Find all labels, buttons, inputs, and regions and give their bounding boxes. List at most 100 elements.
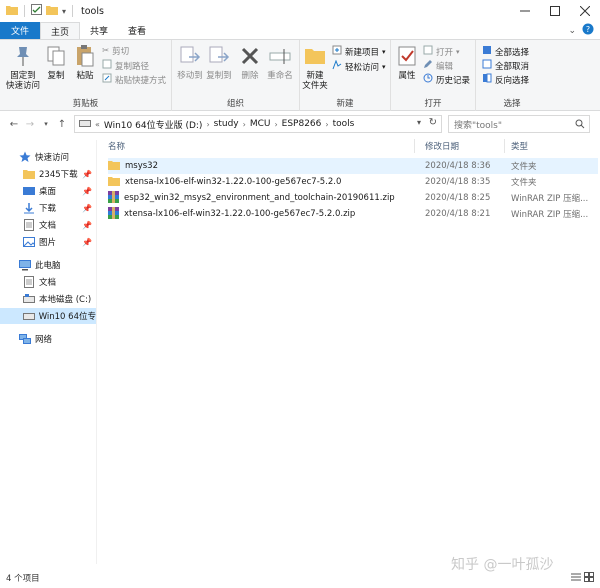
move-to-button[interactable]: 移动到 [176, 43, 204, 81]
tab-share[interactable]: 共享 [80, 22, 118, 39]
rename-icon [267, 43, 293, 69]
new-folder-quick-icon[interactable] [46, 5, 58, 18]
delete-button[interactable]: 删除 [238, 43, 262, 81]
address-bar[interactable]: « Win10 64位专业版 (D:) › study › MCU › ESP8… [74, 115, 442, 133]
nav-item-2345-download[interactable]: 2345下载 📌 [22, 166, 96, 182]
copy-path-button[interactable]: 复制路径 [102, 59, 149, 72]
easy-access-icon [332, 59, 342, 73]
title-bar: ▾ tools [0, 0, 600, 22]
cut-button[interactable]: ✂ 剪切 [102, 45, 129, 57]
column-header-name[interactable]: 名称 [108, 137, 125, 155]
file-row[interactable]: msys32 2020/4/18 8:36 文件夹 [108, 158, 598, 174]
new-item-icon [332, 45, 342, 58]
network-icon [18, 333, 32, 345]
nav-item-downloads[interactable]: 下载 📌 [22, 200, 96, 216]
properties-quick-icon[interactable] [31, 4, 42, 18]
column-header-type[interactable]: 类型 [511, 137, 528, 155]
star-icon [18, 151, 32, 163]
organize-group-label: 组织 [226, 99, 244, 109]
select-group-label: 选择 [503, 99, 521, 109]
select-none-button[interactable]: 全部取消 [482, 59, 529, 72]
recent-locations-button[interactable]: ▾ [38, 114, 54, 134]
navigation-bar: ← → ▾ ↑ « Win10 64位专业版 (D:) › study › MC… [0, 112, 600, 136]
select-none-icon [482, 59, 492, 72]
desktop-icon [22, 185, 36, 197]
breadcrumb-esp8266[interactable]: ESP8266 [282, 119, 322, 129]
open-button[interactable]: 打开 ▾ [423, 45, 460, 58]
move-to-icon [177, 43, 203, 69]
pin-icon: 📌 [82, 220, 92, 230]
refresh-icon[interactable]: ↻ [429, 117, 437, 128]
chevron-down-icon[interactable]: ▾ [62, 7, 66, 16]
address-dropdown-icon[interactable]: ▾ [417, 118, 421, 127]
paste-button[interactable]: 粘贴 [72, 43, 98, 81]
large-icons-view-icon[interactable] [584, 572, 594, 585]
svg-text:?: ? [586, 25, 590, 34]
back-button[interactable]: ← [6, 114, 22, 134]
copy-to-icon [206, 43, 232, 69]
properties-button[interactable]: 属性 [394, 43, 420, 81]
paste-shortcut-button[interactable]: 粘贴快捷方式 [102, 73, 166, 86]
watermark: 知乎 @一叶孤沙 [451, 557, 554, 573]
file-row[interactable]: xtensa-lx106-elf-win32-1.22.0-100-ge567e… [108, 206, 598, 222]
breadcrumb-tools[interactable]: tools [333, 119, 355, 129]
copy-button[interactable]: 复制 [43, 43, 69, 81]
up-button[interactable]: ↑ [54, 114, 70, 134]
paste-icon [72, 43, 98, 69]
invert-selection-button[interactable]: 反向选择 [482, 73, 529, 86]
pin-icon: 📌 [82, 169, 92, 179]
invert-selection-icon [482, 73, 492, 86]
copy-to-button[interactable]: 复制到 [205, 43, 233, 81]
nav-item-local-disk-c[interactable]: 本地磁盘 (C:) [22, 291, 96, 307]
file-row[interactable]: esp32_win32_msys2_environment_and_toolch… [108, 190, 598, 206]
nav-quick-access[interactable]: 快速访问 [18, 149, 114, 165]
minimize-button[interactable] [510, 0, 540, 22]
chevron-down-icon[interactable]: ⌄ [568, 26, 576, 36]
tab-view[interactable]: 查看 [118, 22, 156, 39]
tab-home[interactable]: 主页 [40, 22, 81, 39]
folder-icon [108, 176, 120, 189]
select-all-icon [482, 45, 492, 58]
breadcrumb-drive[interactable]: Win10 64位专业版 (D:) [104, 118, 203, 131]
properties-icon [394, 43, 420, 69]
maximize-button[interactable] [540, 0, 570, 22]
pin-icon [10, 43, 36, 69]
paste-label: 粘贴 [76, 71, 94, 81]
help-icon[interactable]: ? [582, 23, 594, 38]
computer-icon [18, 259, 32, 271]
pictures-icon [22, 236, 36, 248]
new-group: 新建 文件夹 新建项目 ▾ 轻松访问 ▾ 新建 [300, 40, 391, 111]
drive-icon [22, 310, 36, 322]
tab-file[interactable]: 文件 [0, 22, 41, 39]
file-date: 2020/4/18 8:35 [425, 177, 491, 187]
easy-access-button[interactable]: 轻松访问 ▾ [332, 59, 386, 73]
new-folder-button[interactable]: 新建 文件夹 [300, 43, 330, 91]
edit-icon [423, 59, 433, 72]
nav-item-pc-documents[interactable]: 文档 [22, 274, 96, 290]
breadcrumb-study[interactable]: study [214, 119, 239, 129]
folder-icon [6, 5, 18, 18]
search-input[interactable]: 搜索"tools" [448, 115, 590, 133]
delete-icon [237, 43, 263, 69]
pin-quick-access-button[interactable]: 固定到 快速访问 [6, 43, 40, 91]
forward-button[interactable]: → [22, 114, 38, 134]
history-button[interactable]: 历史记录 [423, 73, 470, 86]
nav-this-pc[interactable]: 此电脑 [18, 257, 114, 273]
file-row[interactable]: xtensa-lx106-elf-win32-1.22.0-100-ge567e… [108, 174, 598, 190]
rename-button[interactable]: 重命名 [265, 43, 295, 81]
pin-icon: 📌 [82, 203, 92, 213]
pin-icon: 📌 [82, 237, 92, 247]
close-button[interactable] [570, 0, 600, 22]
breadcrumb-mcu[interactable]: MCU [250, 119, 271, 129]
new-item-button[interactable]: 新建项目 ▾ [332, 45, 386, 58]
nav-item-documents[interactable]: 文档 📌 [22, 217, 96, 233]
shortcut-icon [102, 73, 112, 86]
nav-item-desktop[interactable]: 桌面 📌 [22, 183, 96, 199]
nav-item-win10-drive[interactable]: Win10 64位专 [0, 308, 96, 324]
column-header-date[interactable]: 修改日期 [425, 137, 459, 155]
nav-network[interactable]: 网络 [18, 331, 114, 347]
select-all-button[interactable]: 全部选择 [482, 45, 529, 58]
details-view-icon[interactable] [571, 572, 581, 585]
edit-button[interactable]: 编辑 [423, 59, 453, 72]
nav-item-pictures[interactable]: 图片 📌 [22, 234, 96, 250]
